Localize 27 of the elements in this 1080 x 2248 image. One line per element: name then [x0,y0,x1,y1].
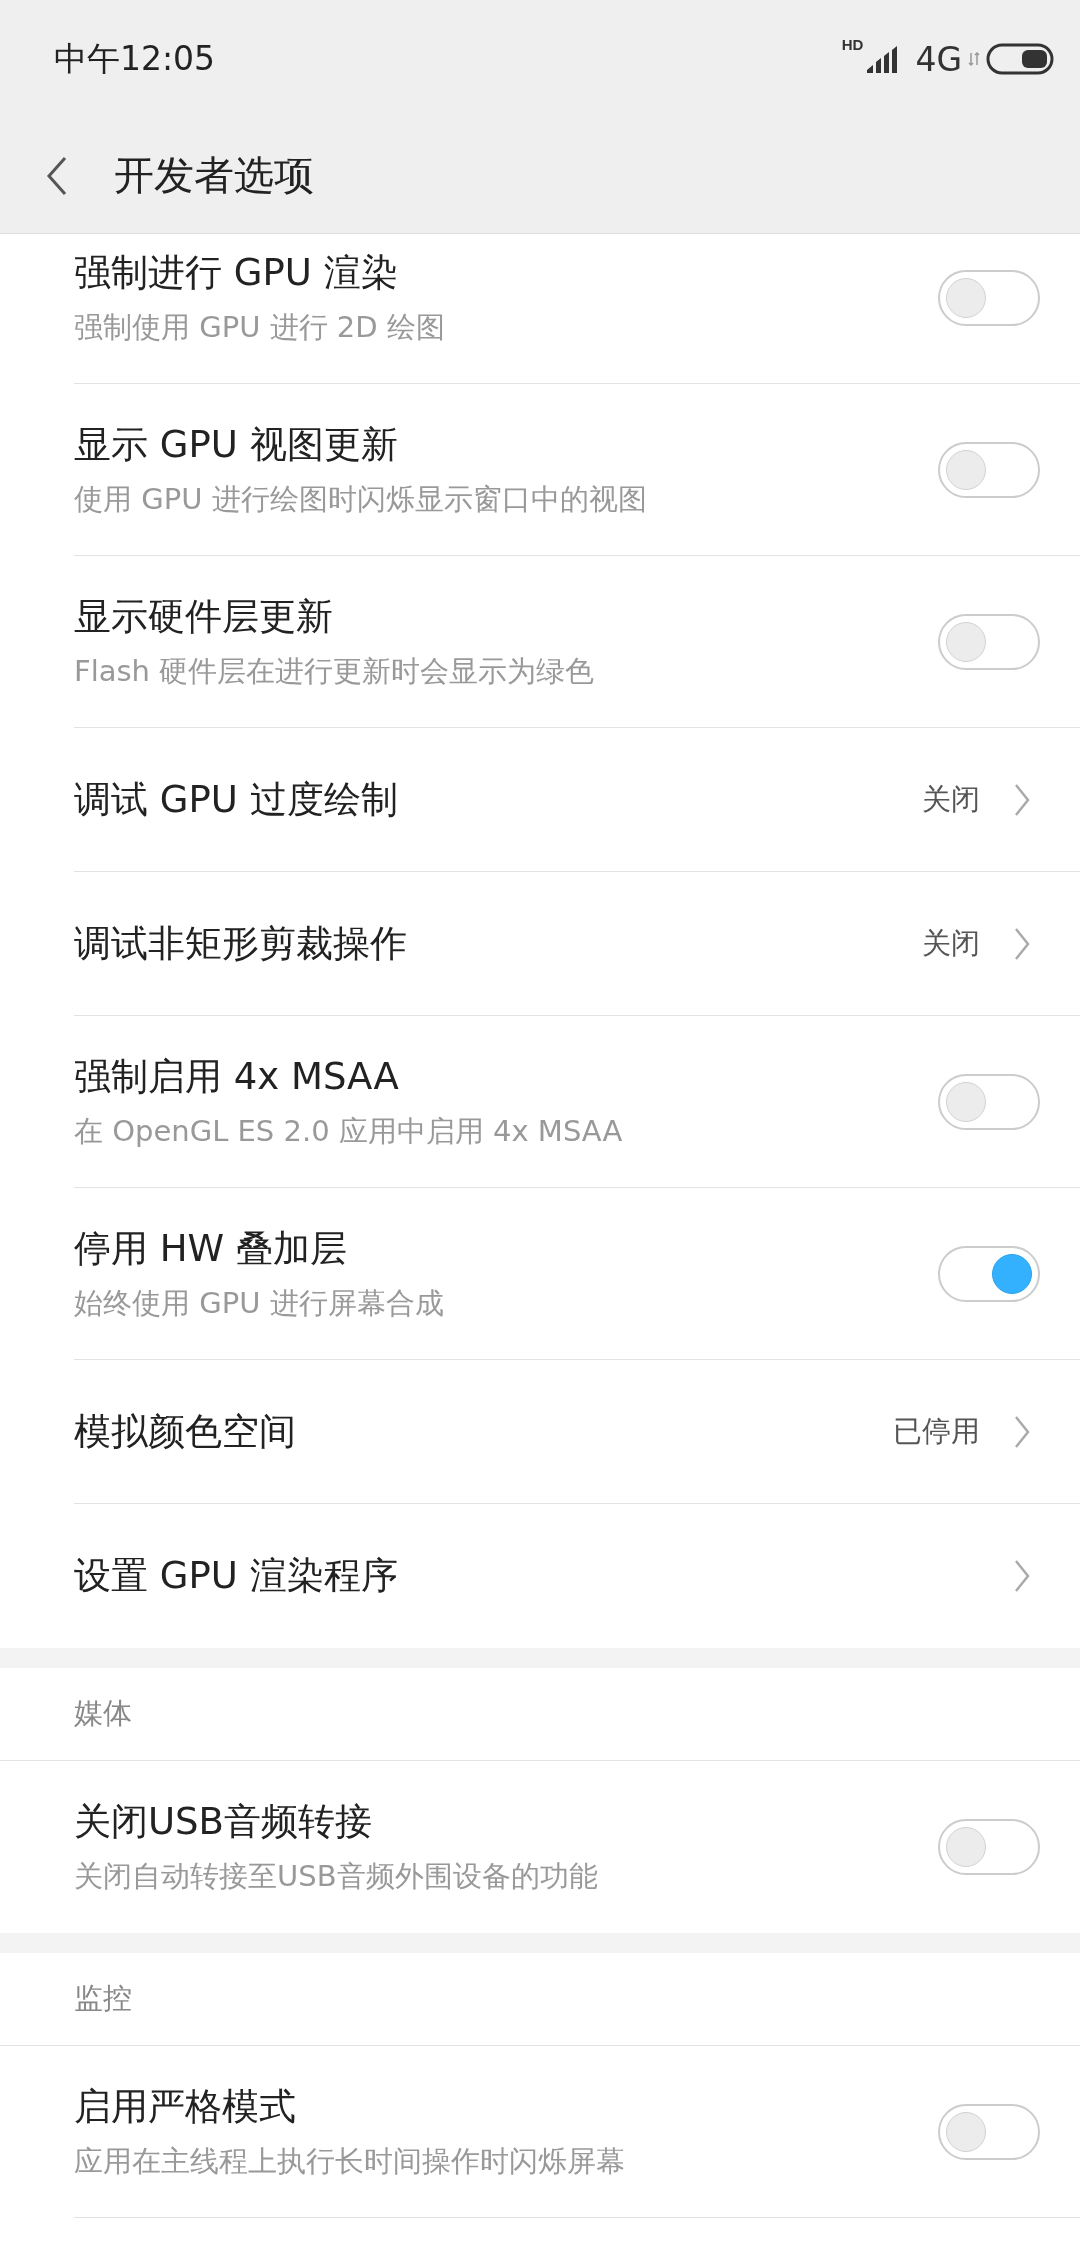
setting-title: 设置 GPU 渲染程序 [74,1553,399,1599]
setting-value: 已停用 [893,1412,980,1450]
network-label: 4G [915,39,962,79]
setting-description: 关闭自动转接至USB音频外围设备的功能 [74,1858,599,1895]
setting-title: 调试 GPU 过度绘制 [74,776,399,823]
setting-title: 强制进行 GPU 渲染 [74,249,399,296]
setting-title: 关闭USB音频转接 [74,1799,373,1845]
setting-description: 强制使用 GPU 进行 2D 绘图 [74,308,446,346]
page-title: 开发者选项 [114,151,314,200]
section-header: 监控 [74,1980,132,2017]
setting-description: 使用 GPU 进行绘图时闪烁显示窗口中的视图 [74,480,648,518]
setting-description: 应用在主线程上执行长时间操作时闪烁屏幕 [74,2142,626,2180]
hd-label: HD [841,35,864,53]
setting-title: 调试非矩形剪裁操作 [74,920,408,967]
setting-description: Flash 硬件层在进行更新时会显示为绿色 [74,652,596,690]
status-time: 中午12:05 [54,37,216,80]
setting-title: 强制启用 4x MSAA [74,1053,400,1100]
setting-description: 在 OpenGL ES 2.0 应用中启用 4x MSAA [74,1112,624,1150]
setting-value: 关闭 [922,780,980,818]
setting-description: 始终使用 GPU 进行屏幕合成 [74,1284,445,1322]
setting-title: 模拟颜色空间 [74,1408,297,1455]
setting-title: 启用严格模式 [74,2083,297,2130]
section-header: 媒体 [74,1695,132,1732]
setting-title: 显示 GPU 视图更新 [74,421,399,468]
setting-title: 停用 HW 叠加层 [74,1225,348,1272]
setting-title: 显示硬件层更新 [74,593,334,640]
setting-value: 关闭 [922,924,980,962]
